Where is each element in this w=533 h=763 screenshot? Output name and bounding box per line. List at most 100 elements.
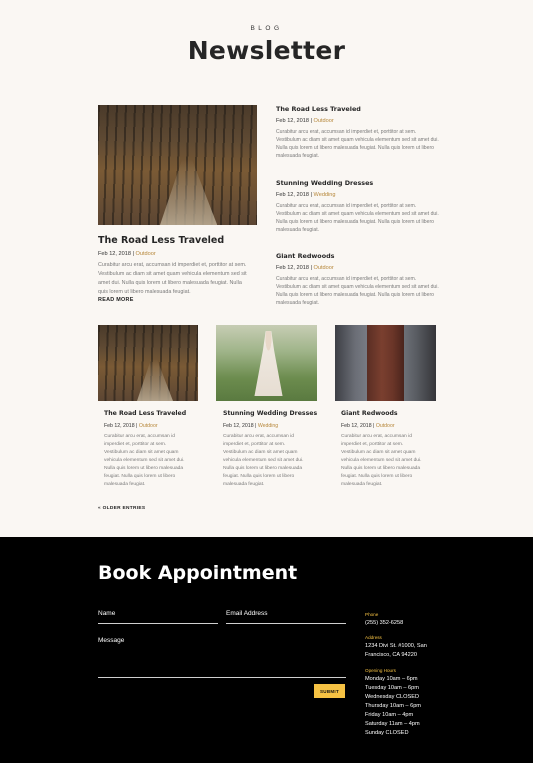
excerpt-line: Vestibulum ac diam sit amet quam vehicul… [276, 211, 439, 217]
phone-number[interactable]: (255) 352-6258 [365, 619, 403, 628]
excerpt-line: Curabitur arcu erat, accumsan id imperdi… [276, 276, 417, 282]
post-category-link[interactable]: Outdoor [139, 423, 158, 429]
card-meta: Feb 12, 2018 | Wedding [223, 423, 279, 429]
post-date: Feb 12, 2018 [341, 423, 372, 429]
excerpt-line: malesuada feugiat. [276, 300, 320, 306]
post-category-link[interactable]: Wedding [314, 192, 336, 198]
address-line: 1234 Divi St. #1000, San [365, 643, 427, 649]
excerpt-line: vehicula elementum sed sit amet dui. [104, 458, 185, 463]
hours-label: Opening Hours [365, 668, 396, 673]
excerpt-line: feugiat. Nulla quis lorem ut libero [104, 474, 176, 479]
excerpt-line: Vestibulum ac diam sit amet quam vehicul… [276, 284, 439, 290]
card-meta: Feb 12, 2018 | Outdoor [341, 423, 395, 429]
hours-row: Tuesday 10am – 6pm [365, 685, 419, 691]
side-post-excerpt: Curabitur arcu erat, accumsan id imperdi… [276, 128, 441, 160]
featured-post-excerpt: Curabitur arcu erat, accumsan id imperdi… [98, 261, 263, 297]
card-image-road[interactable] [98, 325, 198, 401]
excerpt-line: Curabitur arcu erat, accumsan id [223, 434, 294, 439]
address-line: Francisco, CA 94220 [365, 652, 417, 658]
card-excerpt: Curabitur arcu erat, accumsan id imperdi… [341, 433, 436, 489]
excerpt-line: malesuada feugiat. [223, 482, 265, 487]
excerpt-line: amet dui. Nulla quis lorem ut libero mal… [98, 280, 242, 286]
excerpt-line: imperdiet et, porttitor at sem. [341, 442, 404, 447]
excerpt-line: imperdiet et, porttitor at sem. [223, 442, 286, 447]
excerpt-line: Curabitur arcu erat, accumsan id [104, 434, 175, 439]
excerpt-line: Curabitur arcu erat, accumsan id imperdi… [98, 262, 247, 268]
featured-post-title[interactable]: The Road Less Traveled [98, 235, 224, 246]
hours-row: Thursday 10am – 6pm [365, 703, 421, 709]
email-field[interactable] [226, 623, 346, 624]
address-label: Address [365, 635, 382, 640]
name-label: Name [98, 610, 116, 617]
message-label: Message [98, 637, 125, 644]
address-text: 1234 Divi St. #1000, San Francisco, CA 9… [365, 642, 427, 660]
opening-hours-list: Monday 10am – 6pm Tuesday 10am – 6pm Wed… [365, 675, 421, 738]
excerpt-line: vehicula elementum sed sit amet dui. [223, 458, 304, 463]
excerpt-line: malesuada feugiat. [276, 153, 320, 159]
card-excerpt: Curabitur arcu erat, accumsan id imperdi… [104, 433, 199, 489]
excerpt-line: Curabitur arcu erat, accumsan id imperdi… [276, 129, 417, 135]
side-post-meta: Feb 12, 2018 | Outdoor [276, 118, 334, 124]
post-category-link[interactable]: Wedding [258, 423, 278, 429]
post-category-link[interactable]: Outdoor [376, 423, 395, 429]
name-field[interactable] [98, 623, 218, 624]
appointment-title: Book Appointment [98, 562, 298, 584]
excerpt-line: feugiat. Nulla quis lorem ut libero [341, 474, 413, 479]
hours-row: Saturday 11am – 4pm [365, 721, 420, 727]
submit-button[interactable]: SUBMIT [314, 684, 345, 698]
card-title[interactable]: Giant Redwoods [341, 410, 398, 417]
side-post-title[interactable]: Giant Redwoods [276, 252, 334, 260]
side-post-meta: Feb 12, 2018 | Wedding [276, 192, 336, 198]
excerpt-line: malesuada feugiat. [276, 227, 320, 233]
excerpt-line: Nulla quis lorem ut libero malesuada feu… [276, 145, 434, 151]
excerpt-line: Vestibulum ac diam sit amet quam vehicul… [276, 137, 439, 143]
side-post-excerpt: Curabitur arcu erat, accumsan id imperdi… [276, 202, 441, 234]
excerpt-line: Nulla quis lorem ut libero malesuada [223, 466, 303, 471]
excerpt-line: malesuada feugiat. [341, 482, 383, 487]
post-category-link[interactable]: Outdoor [314, 118, 334, 124]
card-image-redwoods[interactable] [335, 325, 436, 401]
featured-post-meta: Feb 12, 2018 | Outdoor [98, 251, 156, 257]
excerpt-line: feugiat. Nulla quis lorem ut libero [223, 474, 295, 479]
card-excerpt: Curabitur arcu erat, accumsan id imperdi… [223, 433, 318, 489]
hours-row: Monday 10am – 6pm [365, 676, 418, 682]
excerpt-line: malesuada feugiat. [104, 482, 146, 487]
read-more-link[interactable]: READ MORE [98, 297, 134, 303]
excerpt-line: imperdiet et, porttitor at sem. [104, 442, 167, 447]
email-label: Email Address [226, 610, 268, 617]
post-date: Feb 12, 2018 [276, 265, 309, 271]
card-image-wedding[interactable] [216, 325, 317, 401]
message-field[interactable] [98, 677, 346, 678]
card-title[interactable]: Stunning Wedding Dresses [223, 410, 317, 417]
older-entries-link[interactable]: « OLDER ENTRIES [98, 506, 145, 511]
phone-label: Phone [365, 612, 379, 617]
excerpt-line: Nulla quis lorem ut libero malesuada [104, 466, 184, 471]
post-date: Feb 12, 2018 [98, 251, 131, 257]
post-category-link[interactable]: Outdoor [314, 265, 334, 271]
post-category-link[interactable]: Outdoor [136, 251, 156, 257]
excerpt-line: quis lorem ut libero malesuada feugiat. [98, 289, 191, 295]
excerpt-line: Curabitur arcu erat, accumsan id imperdi… [276, 203, 417, 209]
hours-row: Friday 10am – 4pm [365, 712, 414, 718]
side-post-meta: Feb 12, 2018 | Outdoor [276, 265, 334, 271]
post-date: Feb 12, 2018 [223, 423, 254, 429]
post-date: Feb 12, 2018 [276, 192, 309, 198]
excerpt-line: Vestibulum ac diam sit amet quam [341, 450, 416, 455]
excerpt-line: Curabitur arcu erat, accumsan id [341, 434, 412, 439]
excerpt-line: Nulla quis lorem ut libero malesuada [341, 466, 421, 471]
hours-row: Sunday CLOSED [365, 730, 409, 736]
excerpt-line: Nulla quis lorem ut libero malesuada feu… [276, 292, 434, 298]
card-title[interactable]: The Road Less Traveled [104, 410, 186, 417]
side-post-title[interactable]: The Road Less Traveled [276, 105, 361, 113]
excerpt-line: Vestibulum ac diam sit amet quam [104, 450, 179, 455]
blog-eyebrow: BLOG [250, 25, 283, 32]
excerpt-line: Nulla quis lorem ut libero malesuada feu… [276, 219, 434, 225]
hours-row: Wednesday CLOSED [365, 694, 419, 700]
side-post-title[interactable]: Stunning Wedding Dresses [276, 179, 373, 187]
post-date: Feb 12, 2018 [104, 423, 135, 429]
side-post-excerpt: Curabitur arcu erat, accumsan id imperdi… [276, 275, 441, 307]
excerpt-line: Vestibulum ac diam sit amet quam [223, 450, 298, 455]
featured-post-image[interactable] [98, 105, 257, 225]
card-meta: Feb 12, 2018 | Outdoor [104, 423, 158, 429]
excerpt-line: vehicula elementum sed sit amet dui. [341, 458, 422, 463]
